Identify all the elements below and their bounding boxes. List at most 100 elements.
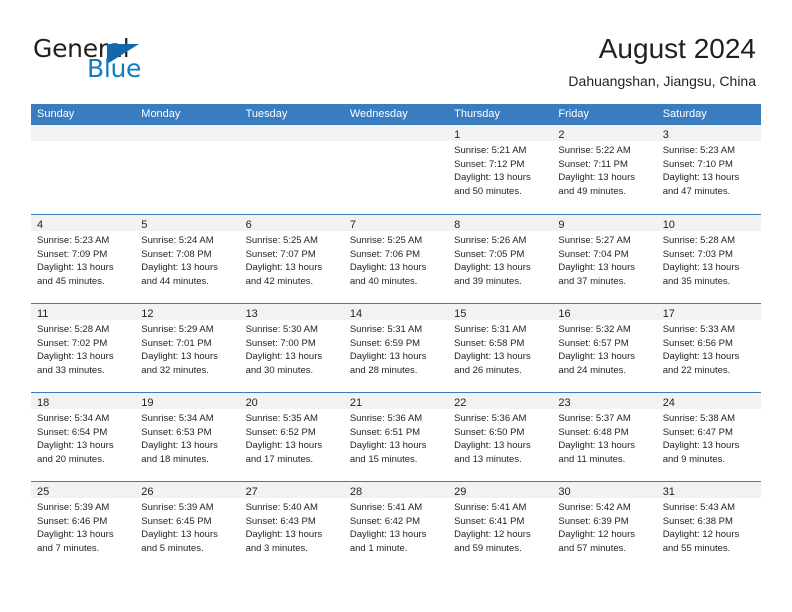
calendar-day-cell[interactable]: 27 Sunrise: 5:40 AM Sunset: 6:43 PM Dayligh…: [239, 482, 344, 570]
calendar-week-row: 1 Sunrise: 5:21 AM Sunset: 7:12 PM Daylight…: [31, 125, 761, 214]
calendar-day-cell[interactable]: 13 Sunrise: 5:30 AM Sunset: 7:00 PM Dayligh…: [239, 304, 344, 392]
logo-text-blue: Blue: [87, 54, 142, 83]
day-number-band: 15: [448, 304, 553, 320]
calendar-day-cell[interactable]: 14 Sunrise: 5:31 AM Sunset: 6:59 PM Dayligh…: [343, 304, 449, 392]
calendar-day-cell[interactable]: 9 Sunrise: 5:27 AM Sunset: 7:04 PM Daylight…: [552, 215, 657, 303]
day-detail-line: Sunset: 7:05 PM: [454, 248, 525, 260]
day-detail-line: and 44 minutes.: [141, 275, 209, 287]
day-number: 14: [349, 308, 363, 320]
calendar-day-cell[interactable]: 28 Sunrise: 5:41 AM Sunset: 6:42 PM Dayligh…: [343, 482, 449, 570]
day-number: 23: [558, 397, 571, 409]
day-details: Sunrise: 5:25 AM Sunset: 7:06 PM Daylight:…: [344, 231, 448, 288]
day-detail-line: Daylight: 13 hours: [37, 529, 114, 540]
calendar-day-cell[interactable]: 24 Sunrise: 5:38 AM Sunset: 6:47 PM Dayligh…: [656, 393, 761, 481]
calendar-weeks: 1 Sunrise: 5:21 AM Sunset: 7:12 PM Daylight…: [31, 125, 761, 570]
day-number-band: [239, 125, 344, 141]
calendar-day-cell[interactable]: 7 Sunrise: 5:25 AM Sunset: 7:06 PM Daylight…: [343, 215, 449, 303]
calendar-day-cell[interactable]: 19 Sunrise: 5:34 AM Sunset: 6:53 PM Dayligh…: [135, 393, 240, 481]
day-detail-line: Sunset: 7:07 PM: [245, 248, 316, 260]
day-details: Sunrise: 5:36 AM Sunset: 6:50 PM Daylight:…: [448, 409, 552, 466]
day-detail-line: and 59 minutes.: [454, 542, 522, 554]
calendar-day-cell[interactable]: 31 Sunrise: 5:43 AM Sunset: 6:38 PM Dayligh…: [656, 482, 761, 570]
day-details: Sunrise: 5:33 AM Sunset: 6:56 PM Daylight:…: [657, 320, 761, 377]
day-detail-line: Sunset: 6:42 PM: [349, 515, 421, 527]
day-detail-line: Sunset: 7:08 PM: [141, 248, 212, 260]
day-number: 5: [141, 219, 148, 231]
calendar-day-cell[interactable]: 17 Sunrise: 5:33 AM Sunset: 6:56 PM Dayligh…: [656, 304, 761, 392]
day-detail-line: Daylight: 13 hours: [37, 262, 114, 273]
page-header: General Blue August 2024 Dahuangshan, Ji…: [0, 0, 792, 100]
day-detail-line: Sunset: 7:10 PM: [662, 158, 733, 170]
calendar-week-row: 18 Sunrise: 5:34 AM Sunset: 6:54 PM Dayligh…: [31, 392, 761, 481]
day-number-band: 25: [31, 482, 136, 498]
day-detail-line: Sunrise: 5:28 AM: [37, 324, 110, 335]
day-number-band: [343, 125, 449, 141]
calendar-day-cell[interactable]: 26 Sunrise: 5:39 AM Sunset: 6:45 PM Dayligh…: [135, 482, 240, 570]
day-number-band: 30: [552, 482, 657, 498]
calendar-day-cell[interactable]: 22 Sunrise: 5:36 AM Sunset: 6:50 PM Dayligh…: [448, 393, 553, 481]
calendar-day-cell[interactable]: 1 Sunrise: 5:21 AM Sunset: 7:12 PM Daylight…: [448, 125, 553, 214]
day-details: Sunrise: 5:34 AM Sunset: 6:54 PM Daylight:…: [31, 409, 135, 466]
calendar-day-cell[interactable]: 25 Sunrise: 5:39 AM Sunset: 6:46 PM Dayligh…: [31, 482, 136, 570]
day-number-band: 23: [552, 393, 657, 409]
calendar-day-cell[interactable]: 10 Sunrise: 5:28 AM Sunset: 7:03 PM Dayligh…: [656, 215, 761, 303]
day-details: Sunrise: 5:41 AM Sunset: 6:42 PM Daylight:…: [344, 498, 448, 555]
calendar-day-cell[interactable]: 21 Sunrise: 5:36 AM Sunset: 6:51 PM Dayligh…: [343, 393, 449, 481]
day-detail-line: Sunrise: 5:34 AM: [141, 413, 214, 424]
day-detail-line: and 50 minutes.: [454, 185, 522, 197]
calendar-day-cell[interactable]: 3 Sunrise: 5:23 AM Sunset: 7:10 PM Daylight…: [656, 125, 761, 214]
calendar-day-cell[interactable]: 4 Sunrise: 5:23 AM Sunset: 7:09 PM Daylight…: [31, 215, 136, 303]
day-number-band: 24: [656, 393, 761, 409]
calendar-day-cell[interactable]: 11 Sunrise: 5:28 AM Sunset: 7:02 PM Dayligh…: [31, 304, 136, 392]
weekday-header-tuesday: Tuesday: [245, 108, 288, 120]
day-detail-line: Sunrise: 5:41 AM: [349, 502, 423, 513]
day-number: 16: [558, 308, 571, 320]
day-number: 6: [245, 219, 252, 231]
day-detail-line: Sunset: 7:11 PM: [558, 158, 628, 170]
day-details: Sunrise: 5:29 AM Sunset: 7:01 PM Daylight:…: [135, 320, 239, 377]
day-detail-line: Sunset: 7:09 PM: [37, 248, 108, 260]
day-number-band: 22: [448, 393, 553, 409]
general-blue-logo[interactable]: General Blue: [33, 36, 163, 84]
day-detail-line: and 18 minutes.: [141, 453, 209, 465]
day-details: Sunrise: 5:43 AM Sunset: 6:38 PM Daylight:…: [657, 498, 761, 555]
day-detail-line: and 1 minute.: [349, 542, 408, 554]
day-details: Sunrise: 5:27 AM Sunset: 7:04 PM Daylight:…: [552, 231, 656, 288]
weekday-header-thursday: Thursday: [454, 108, 500, 120]
calendar-day-cell[interactable]: 12 Sunrise: 5:29 AM Sunset: 7:01 PM Dayligh…: [135, 304, 240, 392]
day-number-band: 19: [135, 393, 240, 409]
day-detail-line: and 33 minutes.: [37, 364, 105, 376]
calendar-day-cell-empty: [343, 125, 449, 214]
day-details: Sunrise: 5:30 AM Sunset: 7:00 PM Daylight:…: [240, 320, 344, 377]
calendar-day-cell[interactable]: 2 Sunrise: 5:22 AM Sunset: 7:11 PM Daylight…: [552, 125, 657, 214]
day-detail-line: Sunset: 6:53 PM: [141, 426, 212, 438]
day-detail-line: Sunset: 7:06 PM: [349, 248, 421, 260]
calendar-day-cell[interactable]: 30 Sunrise: 5:42 AM Sunset: 6:39 PM Dayligh…: [552, 482, 657, 570]
day-detail-line: Sunset: 6:51 PM: [349, 426, 421, 438]
day-number-band: 27: [239, 482, 344, 498]
day-details: Sunrise: 5:37 AM Sunset: 6:48 PM Daylight:…: [552, 409, 656, 466]
calendar-day-cell[interactable]: 23 Sunrise: 5:37 AM Sunset: 6:48 PM Dayligh…: [552, 393, 657, 481]
calendar-day-cell[interactable]: 6 Sunrise: 5:25 AM Sunset: 7:07 PM Daylight…: [239, 215, 344, 303]
day-detail-line: Sunrise: 5:30 AM: [245, 324, 318, 335]
day-detail-line: Sunrise: 5:37 AM: [558, 413, 631, 424]
day-detail-line: Daylight: 13 hours: [454, 351, 531, 362]
calendar-grid: Sunday Monday Tuesday Wednesday Thursday Frid…: [31, 104, 761, 570]
calendar-day-cell[interactable]: 16 Sunrise: 5:32 AM Sunset: 6:57 PM Dayligh…: [552, 304, 657, 392]
calendar-day-cell[interactable]: 8 Sunrise: 5:26 AM Sunset: 7:05 PM Daylight…: [448, 215, 553, 303]
day-number-band: 4: [31, 215, 136, 231]
page-title: August 2024: [598, 33, 756, 64]
day-detail-line: Daylight: 12 hours: [558, 529, 635, 540]
calendar-day-cell[interactable]: 29 Sunrise: 5:41 AM Sunset: 6:41 PM Dayligh…: [448, 482, 553, 570]
day-detail-line: Daylight: 13 hours: [245, 351, 323, 362]
day-number: 26: [141, 486, 154, 498]
day-detail-line: Daylight: 13 hours: [141, 440, 218, 451]
calendar-day-cell[interactable]: 20 Sunrise: 5:35 AM Sunset: 6:52 PM Dayligh…: [239, 393, 344, 481]
calendar-day-cell[interactable]: 18 Sunrise: 5:34 AM Sunset: 6:54 PM Dayligh…: [31, 393, 136, 481]
day-detail-line: and 37 minutes.: [558, 275, 627, 287]
day-detail-line: Sunset: 6:46 PM: [37, 515, 108, 527]
day-detail-line: Daylight: 13 hours: [558, 351, 635, 362]
calendar-day-cell[interactable]: 15 Sunrise: 5:31 AM Sunset: 6:58 PM Dayligh…: [448, 304, 553, 392]
day-number-band: 1: [448, 125, 553, 141]
calendar-day-cell[interactable]: 5 Sunrise: 5:24 AM Sunset: 7:08 PM Daylight…: [135, 215, 240, 303]
